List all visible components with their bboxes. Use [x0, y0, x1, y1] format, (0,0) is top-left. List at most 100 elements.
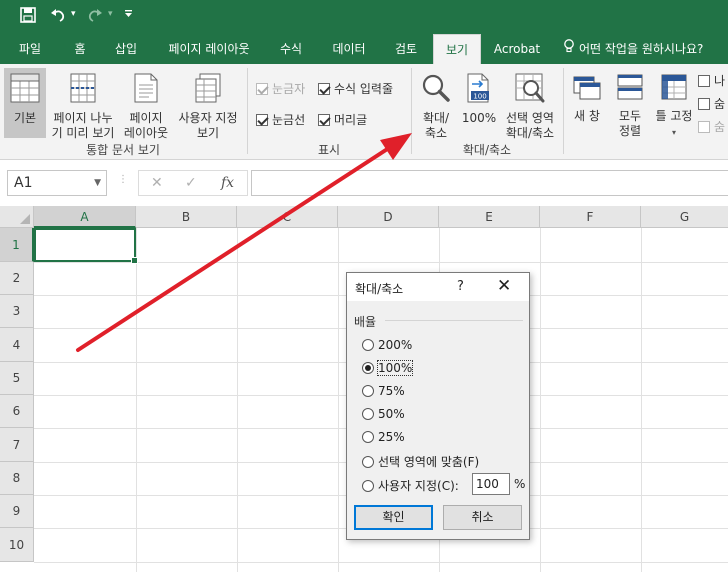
new-window-button[interactable]: 새 창: [566, 68, 608, 138]
resize-dots-icon[interactable]: ⋮: [118, 174, 128, 185]
zoom-button[interactable]: 확대/ 축소: [414, 68, 458, 140]
unhide-button: 숨: [698, 118, 725, 135]
headings-check-icon: [318, 114, 330, 126]
headings-checkbox[interactable]: 머리글: [318, 111, 367, 128]
radio-custom[interactable]: 사용자 지정(C):: [362, 477, 459, 494]
tab-view[interactable]: 보기: [433, 34, 481, 64]
insert-function-icon[interactable]: fx: [221, 175, 234, 191]
cancel-button[interactable]: 취소: [443, 505, 522, 530]
column-header[interactable]: F: [540, 206, 641, 228]
column-header[interactable]: A: [34, 206, 136, 228]
formula-bar-checkbox[interactable]: 수식 입력줄: [318, 80, 393, 97]
column-header[interactable]: B: [136, 206, 237, 228]
custom-views-button[interactable]: 사용자 지정 보기: [174, 68, 242, 140]
formula-buttons: ✕ ✓ fx: [138, 170, 248, 196]
custom-views-icon: [174, 73, 242, 107]
row-header[interactable]: 9: [0, 495, 34, 528]
grid-line: [641, 228, 642, 572]
help-icon[interactable]: ?: [457, 279, 464, 294]
magnifier-icon: [414, 73, 458, 107]
grid-line: [34, 562, 728, 563]
row-header[interactable]: 10: [0, 528, 34, 562]
percent-sign: %: [514, 477, 526, 491]
tab-review[interactable]: 검토: [383, 34, 429, 64]
tab-formulas[interactable]: 수식: [267, 34, 315, 64]
row-header[interactable]: 2: [0, 262, 34, 295]
tab-insert[interactable]: 삽입: [102, 34, 150, 64]
formula-bar-check-icon: [318, 83, 330, 95]
ribbon-view: 기본 페이지 나누 기 미리 보기 페이지 레이아웃 사용자 지정 보기 통합 …: [0, 64, 728, 160]
save-icon[interactable]: [20, 7, 36, 27]
radio-dot-icon: [362, 408, 374, 420]
arrange-all-button[interactable]: 모두 정렬: [610, 68, 650, 138]
normal-view-button[interactable]: 기본: [4, 68, 46, 138]
column-header[interactable]: D: [338, 206, 439, 228]
select-all-button[interactable]: [0, 206, 34, 228]
column-header[interactable]: C: [237, 206, 338, 228]
gridlines-checkbox[interactable]: 눈금선: [256, 111, 305, 128]
radio-label: 선택 영역에 맞춤(F): [378, 455, 480, 469]
radio-label: 25%: [378, 430, 405, 444]
arrange-all-label-1: 모두: [618, 109, 642, 123]
gridlines-check-icon: [256, 114, 268, 126]
hide-button[interactable]: 숨: [698, 95, 725, 112]
freeze-panes-button[interactable]: 틀 고정 ▾: [652, 68, 696, 138]
undo-dropdown-icon[interactable]: ▾: [71, 9, 76, 19]
active-cell[interactable]: [34, 228, 138, 264]
ok-button[interactable]: 확인: [354, 505, 433, 530]
group-label-show: 표시: [317, 143, 341, 157]
column-header[interactable]: G: [641, 206, 728, 228]
tell-me-box[interactable]: 어떤 작업을 원하시나요?: [563, 34, 703, 64]
radio-fit-selection[interactable]: 선택 영역에 맞춤(F): [362, 453, 479, 470]
ruler-checkbox: 눈금자: [256, 80, 305, 97]
redo-dropdown-icon: ▾: [108, 9, 113, 19]
row-header[interactable]: 4: [0, 328, 34, 362]
name-box-dropdown-icon[interactable]: ▼: [94, 171, 101, 195]
row-header[interactable]: 7: [0, 428, 34, 462]
enter-check-icon: ✓: [185, 175, 197, 191]
hide-label: 숨: [714, 97, 726, 111]
radio-100[interactable]: 100%: [362, 360, 414, 376]
radio-dot-selected-icon: [362, 362, 374, 374]
radio-50[interactable]: 50%: [362, 407, 405, 421]
row-header[interactable]: 6: [0, 395, 34, 428]
freeze-panes-dropdown-icon: ▾: [671, 128, 676, 137]
tab-page-layout[interactable]: 페이지 레이아웃: [155, 34, 263, 64]
magnification-section-label: 배율: [354, 315, 377, 329]
tab-file[interactable]: 파일: [6, 34, 54, 64]
split-button[interactable]: 나: [698, 72, 725, 89]
grid-line: [237, 228, 238, 572]
zoom-dialog: 확대/축소 ? ✕ 배율 200% 100% 75% 50% 25% 선택 영역…: [346, 272, 530, 540]
radio-25[interactable]: 25%: [362, 430, 405, 444]
column-header[interactable]: E: [439, 206, 540, 228]
radio-200[interactable]: 200%: [362, 338, 412, 352]
page-break-preview-button[interactable]: 페이지 나누 기 미리 보기: [48, 68, 118, 140]
row-header[interactable]: 1: [0, 228, 34, 262]
custom-zoom-input[interactable]: 100: [472, 473, 510, 495]
row-header[interactable]: 8: [0, 462, 34, 495]
zoom-to-selection-button[interactable]: 선택 영역 확대/축소: [500, 68, 560, 140]
name-box[interactable]: A1 ▼: [7, 170, 107, 196]
zoom-100-icon-text: 100: [473, 93, 486, 101]
row-header[interactable]: 5: [0, 362, 34, 395]
row-header[interactable]: 3: [0, 295, 34, 328]
tab-data[interactable]: 데이터: [319, 34, 379, 64]
close-icon[interactable]: ✕: [497, 276, 511, 296]
radio-75[interactable]: 75%: [362, 384, 405, 398]
undo-icon[interactable]: [50, 7, 66, 27]
headings-label: 머리글: [334, 113, 368, 127]
zoom-to-selection-label-1: 선택 영역: [506, 111, 554, 125]
customize-qat-icon[interactable]: [124, 9, 133, 21]
tab-home[interactable]: 홈: [58, 34, 102, 64]
page-layout-view-button[interactable]: 페이지 레이아웃: [120, 68, 172, 140]
zoom-100-button[interactable]: 100 100%: [460, 68, 498, 138]
formula-input[interactable]: [251, 170, 728, 196]
page-layout-label-2: 레이아웃: [123, 126, 169, 140]
radio-dot-icon: [362, 385, 374, 397]
tab-acrobat[interactable]: Acrobat: [487, 34, 547, 64]
ruler-check-icon: [256, 83, 268, 95]
zoom-100-icon: 100: [460, 73, 498, 107]
radio-label: 75%: [378, 384, 405, 398]
zoom-to-selection-label-2: 확대/축소: [505, 126, 555, 140]
new-window-icon: [566, 73, 608, 105]
